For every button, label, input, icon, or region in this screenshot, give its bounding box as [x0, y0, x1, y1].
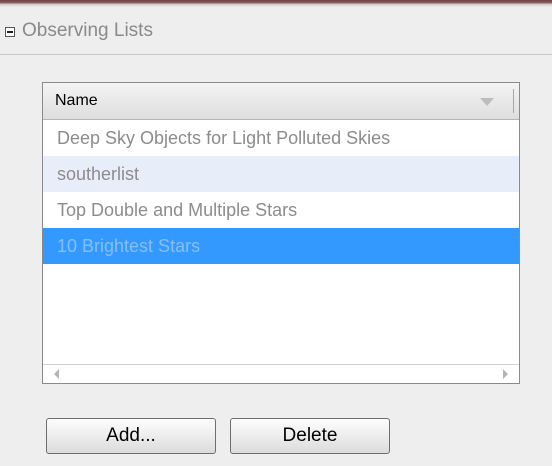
- column-header-name[interactable]: Name: [43, 83, 519, 120]
- window-top-border: [0, 0, 552, 7]
- horizontal-scrollbar[interactable]: [43, 364, 519, 383]
- minus-box-icon[interactable]: [5, 27, 15, 37]
- panel-title: Observing Lists: [22, 20, 153, 41]
- row-label: Deep Sky Objects for Light Polluted Skie…: [57, 128, 391, 148]
- row-label: southerlist: [57, 164, 140, 184]
- column-divider[interactable]: [513, 89, 514, 113]
- sort-descending-icon[interactable]: [480, 98, 494, 106]
- column-header-label: Name: [55, 92, 98, 109]
- panel-header[interactable]: Observing Lists: [0, 10, 552, 55]
- table-row-selected[interactable]: 10 Brightest Stars: [43, 228, 519, 264]
- table-row[interactable]: Top Double and Multiple Stars: [43, 192, 519, 228]
- table-row-empty[interactable]: [43, 264, 519, 300]
- delete-button[interactable]: Delete: [230, 418, 390, 454]
- row-label: Top Double and Multiple Stars: [57, 200, 298, 220]
- table-body: Deep Sky Objects for Light Polluted Skie…: [43, 120, 519, 336]
- table-row[interactable]: Deep Sky Objects for Light Polluted Skie…: [43, 120, 519, 156]
- table-row[interactable]: southerlist: [43, 156, 519, 192]
- row-label: 10 Brightest Stars: [57, 236, 201, 256]
- observing-lists-table[interactable]: Name Deep Sky Objects for Light Polluted…: [42, 82, 520, 384]
- add-button[interactable]: Add...: [46, 418, 216, 454]
- table-row-empty[interactable]: [43, 300, 519, 336]
- scroll-right-icon[interactable]: [503, 369, 508, 379]
- scroll-left-icon[interactable]: [54, 369, 59, 379]
